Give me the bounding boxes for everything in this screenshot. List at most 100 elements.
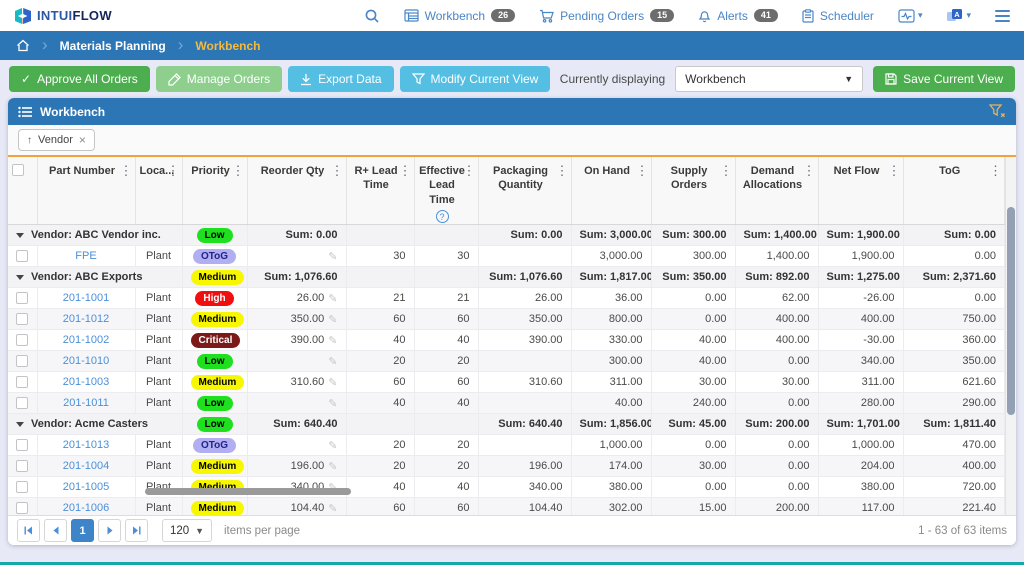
edit-pencil-icon[interactable]: ✎ [328,439,337,452]
logo-text: INTUIFLOW [37,8,112,23]
column-header-net_flow[interactable]: Net Flow⋮ [818,157,903,225]
edit-pencil-icon[interactable]: ✎ [328,313,337,326]
sum-on-hand: Sum: 3,000.00 [571,225,651,246]
packaging-quantity-cell: 196.00 [478,456,571,477]
column-menu-icon[interactable]: ⋮ [120,163,133,180]
part-number-link[interactable]: 201-1003 [63,376,110,388]
view-select[interactable]: Workbench ▼ [675,66,863,92]
home-icon[interactable] [16,39,30,52]
part-number-link[interactable]: 201-1005 [63,481,110,493]
part-number-link[interactable]: 201-1011 [63,397,109,409]
column-header-demand[interactable]: Demand Allocations⋮ [735,157,818,225]
column-menu-icon[interactable]: ⋮ [556,163,569,180]
nav-scheduler[interactable]: Scheduler [802,9,874,23]
column-header-part[interactable]: Part Number⋮ [37,157,135,225]
vertical-scrollbar[interactable] [1005,157,1016,515]
row-checkbox[interactable] [16,502,28,514]
monitor-menu[interactable]: ▾ [898,9,923,23]
row-checkbox[interactable] [16,292,28,304]
collapse-group-icon[interactable] [16,422,24,427]
nav-pending-orders[interactable]: Pending Orders 15 [539,9,674,23]
row-checkbox[interactable] [16,355,28,367]
column-menu-icon[interactable]: ⋮ [167,163,180,180]
part-number-link[interactable]: 201-1013 [63,439,110,451]
group-chip-vendor[interactable]: ↑ Vendor × [18,129,95,151]
row-checkbox[interactable] [16,460,28,472]
collapse-group-icon[interactable] [16,275,24,280]
export-data-button[interactable]: Export Data [288,66,393,92]
column-menu-icon[interactable]: ⋮ [720,163,733,180]
approve-all-orders-button[interactable]: ✓ Approve All Orders [9,66,150,92]
row-checkbox[interactable] [16,397,28,409]
part-number-link[interactable]: 201-1006 [63,502,110,514]
column-menu-icon[interactable]: ⋮ [989,163,1002,180]
part-number-link[interactable]: 201-1002 [63,334,110,346]
search-icon[interactable] [364,8,380,24]
language-menu[interactable]: A ▾ [946,8,971,23]
page-size-select[interactable]: 120 ▼ [162,519,212,542]
edit-pencil-icon[interactable]: ✎ [328,397,337,410]
column-menu-icon[interactable]: ⋮ [463,163,476,180]
column-menu-icon[interactable]: ⋮ [888,163,901,180]
sort-ascending-icon[interactable]: ↑ [27,135,32,146]
part-number-link[interactable]: 201-1012 [63,313,110,325]
hamburger-menu-icon[interactable] [995,10,1010,22]
on-hand-cell: 800.00 [571,309,651,330]
edit-pencil-icon[interactable]: ✎ [328,334,337,347]
row-checkbox[interactable] [16,481,28,493]
column-header-location[interactable]: Loca...⋮ [135,157,182,225]
horizontal-scrollbar-thumb[interactable] [145,488,351,495]
nav-workbench[interactable]: Workbench 26 [404,9,516,23]
breadcrumb-materials-planning[interactable]: Materials Planning [60,39,166,53]
priority-badge: Medium [191,375,245,390]
column-header-on_hand[interactable]: On Hand⋮ [571,157,651,225]
edit-pencil-icon[interactable]: ✎ [328,502,337,515]
page-1-button[interactable]: 1 [71,519,94,542]
column-menu-icon[interactable]: ⋮ [331,163,344,180]
row-checkbox[interactable] [16,313,28,325]
vertical-scrollbar-thumb[interactable] [1007,207,1015,415]
part-number-link[interactable]: 201-1010 [63,355,110,367]
part-number-link[interactable]: 201-1001 [63,292,110,304]
column-header-r_lead[interactable]: R+ Lead Time⋮ [346,157,414,225]
reorder-qty-cell: 196.00✎ [247,456,346,477]
edit-pencil-icon[interactable]: ✎ [328,460,337,473]
column-header-priority[interactable]: Priority⋮ [182,157,247,225]
edit-pencil-icon[interactable]: ✎ [328,355,337,368]
sum-supply-orders: Sum: 300.00 [651,225,735,246]
row-checkbox[interactable] [16,376,28,388]
column-header-tog[interactable]: ToG⋮ [903,157,1005,225]
row-checkbox[interactable] [16,334,28,346]
column-header-check[interactable] [8,157,37,225]
prev-page-button[interactable] [44,519,67,542]
manage-orders-button[interactable]: Manage Orders [156,66,282,92]
chip-close-icon[interactable]: × [79,133,86,147]
help-icon[interactable]: ? [436,210,449,223]
row-checkbox[interactable] [16,250,28,262]
column-menu-icon[interactable]: ⋮ [399,163,412,180]
next-page-button[interactable] [98,519,121,542]
column-header-eff_lead[interactable]: Effective Lead Time?⋮ [414,157,478,225]
edit-pencil-icon[interactable]: ✎ [328,376,337,389]
column-menu-icon[interactable]: ⋮ [636,163,649,180]
last-page-button[interactable] [125,519,148,542]
column-menu-icon[interactable]: ⋮ [803,163,816,180]
column-menu-icon[interactable]: ⋮ [232,163,245,180]
nav-alerts[interactable]: Alerts 41 [698,9,778,23]
on-hand-cell: 174.00 [571,456,651,477]
save-current-view-button[interactable]: Save Current View [873,66,1015,92]
select-all-checkbox[interactable] [12,164,24,176]
demand-allocations-cell: 0.00 [735,393,818,414]
clear-filter-icon[interactable] [989,104,1006,119]
first-page-button[interactable] [17,519,40,542]
column-header-supply[interactable]: Supply Orders⋮ [651,157,735,225]
modify-current-view-button[interactable]: Modify Current View [400,66,551,92]
collapse-group-icon[interactable] [16,233,24,238]
part-number-link[interactable]: FPE [75,250,96,262]
part-number-link[interactable]: 201-1004 [63,460,110,472]
column-header-reorder[interactable]: Reorder Qty⋮ [247,157,346,225]
edit-pencil-icon[interactable]: ✎ [328,292,337,305]
edit-pencil-icon[interactable]: ✎ [328,250,337,263]
row-checkbox[interactable] [16,439,28,451]
column-header-packaging[interactable]: Packaging Quantity⋮ [478,157,571,225]
